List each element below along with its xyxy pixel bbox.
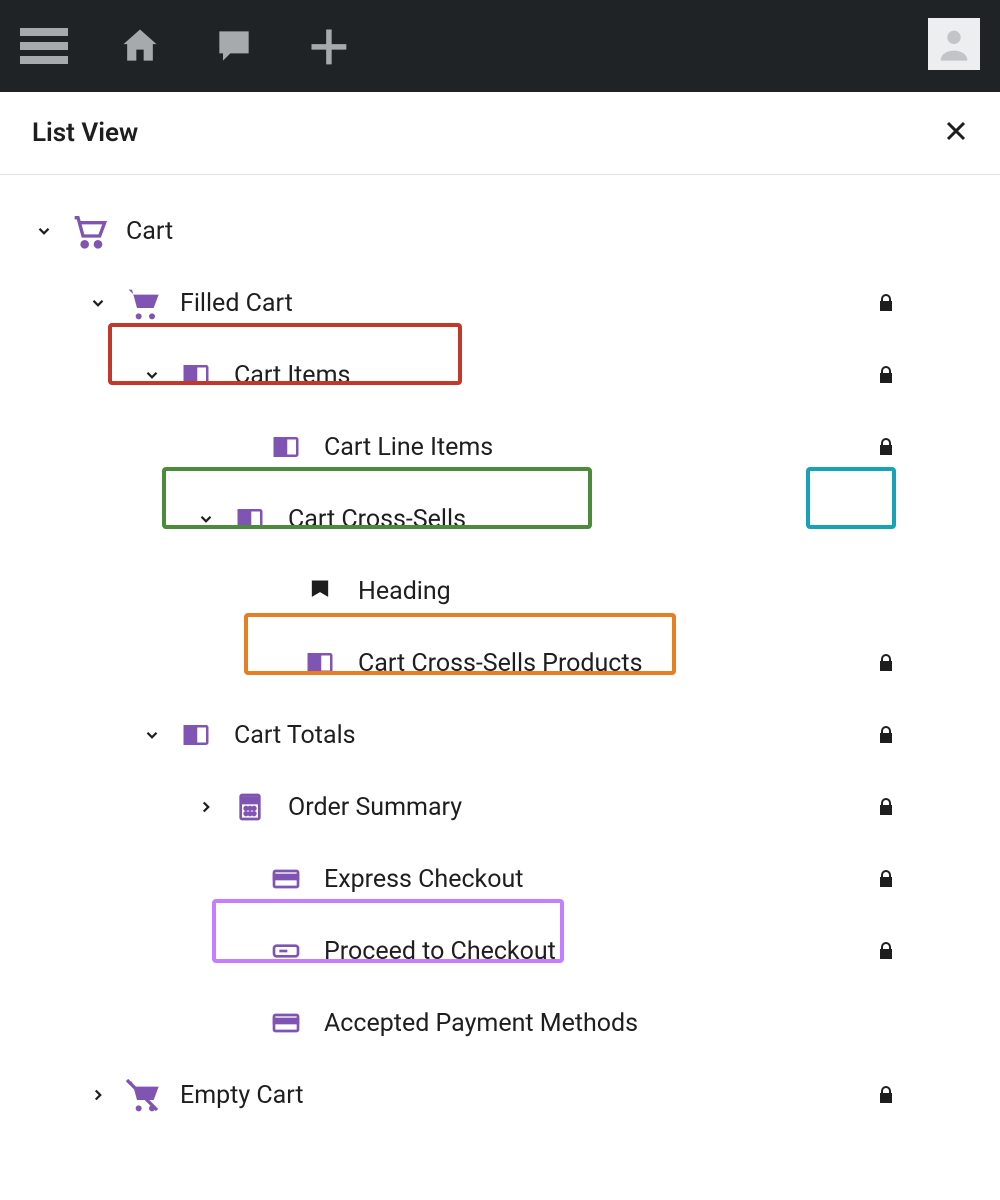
add-new-icon[interactable] bbox=[306, 24, 350, 68]
comment-icon[interactable] bbox=[212, 24, 256, 68]
tree-item-filled-cart[interactable]: Filled Cart bbox=[30, 267, 970, 339]
tree-item-label: Cart Totals bbox=[234, 721, 356, 750]
columns-icon bbox=[176, 720, 216, 750]
tree-item-cart-items[interactable]: Cart Items bbox=[30, 339, 970, 411]
chevron-down-icon[interactable] bbox=[138, 726, 166, 744]
tree-item-cart-cross-sells[interactable]: Cart Cross-Sells bbox=[30, 483, 970, 555]
tree-item-label: Cart Cross-Sells bbox=[288, 505, 466, 534]
tree-item-label: Cart Items bbox=[234, 361, 350, 390]
tree-item-label: Cart bbox=[126, 217, 173, 246]
lock-icon bbox=[874, 435, 898, 459]
chevron-right-icon[interactable] bbox=[192, 798, 220, 816]
admin-toolbar bbox=[0, 0, 1000, 92]
close-icon[interactable] bbox=[944, 119, 968, 148]
home-icon[interactable] bbox=[118, 24, 162, 68]
lock-icon bbox=[874, 651, 898, 675]
cart-icon bbox=[68, 211, 108, 251]
button-icon bbox=[266, 935, 306, 967]
tree-item-label: Cart Cross-Sells Products bbox=[358, 649, 642, 678]
tree-item-cart-line-items[interactable]: Cart Line Items bbox=[30, 411, 970, 483]
empty-cart-icon bbox=[122, 1075, 162, 1115]
tree-item-cart-totals[interactable]: Cart Totals bbox=[30, 699, 970, 771]
heading-icon bbox=[300, 577, 340, 605]
tree-item-order-summary[interactable]: Order Summary bbox=[30, 771, 970, 843]
columns-icon bbox=[230, 504, 270, 534]
tree-item-label: Heading bbox=[358, 577, 451, 606]
credit-card-icon bbox=[266, 863, 306, 895]
filled-cart-icon bbox=[122, 283, 162, 323]
columns-icon bbox=[176, 360, 216, 390]
tree-item-label: Proceed to Checkout bbox=[324, 937, 556, 966]
tree-item-label: Cart Line Items bbox=[324, 433, 493, 462]
tree-item-express-checkout[interactable]: Express Checkout bbox=[30, 843, 970, 915]
list-view-tree: Cart Filled Cart Cart Items Cart Line I bbox=[0, 175, 1000, 1171]
tree-item-label: Empty Cart bbox=[180, 1081, 304, 1110]
tree-item-cart[interactable]: Cart bbox=[30, 195, 970, 267]
calculator-icon bbox=[230, 791, 270, 823]
lock-icon bbox=[874, 867, 898, 891]
lock-icon bbox=[874, 795, 898, 819]
tree-item-cart-cross-sells-products[interactable]: Cart Cross-Sells Products bbox=[30, 627, 970, 699]
lock-icon bbox=[874, 939, 898, 963]
credit-card-icon bbox=[266, 1007, 306, 1039]
tree-item-heading[interactable]: Heading bbox=[30, 555, 970, 627]
lock-icon bbox=[874, 291, 898, 315]
tree-item-proceed-to-checkout[interactable]: Proceed to Checkout bbox=[30, 915, 970, 987]
tree-item-empty-cart[interactable]: Empty Cart bbox=[30, 1059, 970, 1131]
panel-title: List View bbox=[32, 118, 138, 148]
chevron-down-icon[interactable] bbox=[138, 366, 166, 384]
tree-item-accepted-payment-methods[interactable]: Accepted Payment Methods bbox=[30, 987, 970, 1059]
chevron-down-icon[interactable] bbox=[84, 294, 112, 312]
lock-icon bbox=[874, 1083, 898, 1107]
tree-item-label: Express Checkout bbox=[324, 865, 523, 894]
menu-icon[interactable] bbox=[20, 26, 68, 66]
chevron-down-icon[interactable] bbox=[30, 222, 58, 240]
tree-item-label: Order Summary bbox=[288, 793, 462, 822]
tree-item-label: Accepted Payment Methods bbox=[324, 1009, 638, 1038]
lock-icon bbox=[874, 363, 898, 387]
panel-header: List View bbox=[0, 92, 1000, 175]
chevron-right-icon[interactable] bbox=[84, 1086, 112, 1104]
avatar[interactable] bbox=[928, 18, 980, 70]
columns-icon bbox=[300, 648, 340, 678]
tree-item-label: Filled Cart bbox=[180, 289, 293, 318]
lock-icon bbox=[874, 723, 898, 747]
chevron-down-icon[interactable] bbox=[192, 510, 220, 528]
columns-icon bbox=[266, 432, 306, 462]
